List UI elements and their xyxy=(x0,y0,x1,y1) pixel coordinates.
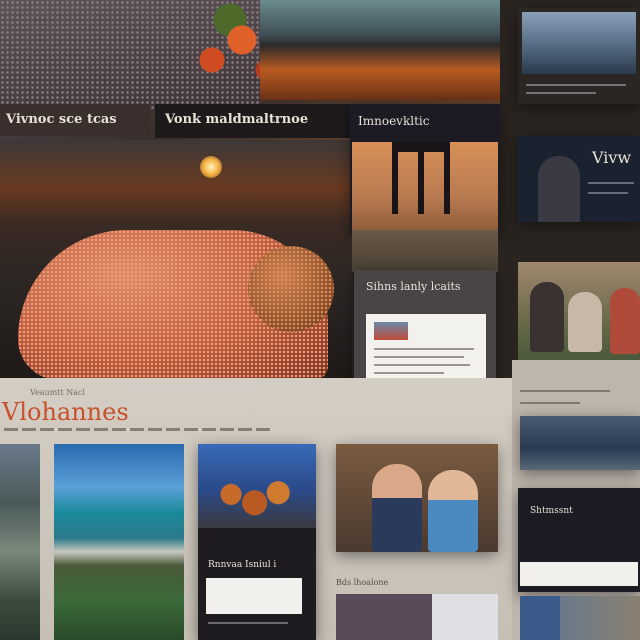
thumb-lake[interactable] xyxy=(520,416,640,470)
tile-coast[interactable] xyxy=(54,444,184,640)
person-woman xyxy=(428,470,478,552)
top-banner-left: Vivnoc sce tcas xyxy=(0,104,150,136)
tile-people[interactable] xyxy=(336,444,498,552)
card-article-title: Sihns lanly lcaits xyxy=(366,280,461,293)
sun-icon xyxy=(200,156,222,178)
text-line xyxy=(520,390,610,392)
tile-product-title: Rnnvaa Isniul i xyxy=(208,560,277,570)
card-dark-right-content xyxy=(520,562,638,586)
field-strip xyxy=(352,230,498,272)
article-line xyxy=(374,372,444,374)
bottom-center-label: Bds lhoalone xyxy=(336,578,389,587)
thumb-person-view-label: Vivw xyxy=(592,148,632,167)
thumb-landscape[interactable] xyxy=(520,596,640,640)
sunset-scene-image xyxy=(0,140,352,380)
small-ball xyxy=(248,246,334,332)
person-man xyxy=(372,464,422,552)
card-dark-right[interactable]: Shtmssnt xyxy=(518,488,640,592)
person-figure xyxy=(530,282,564,352)
top-banner-left-label: Vivnoc sce tcas xyxy=(6,112,117,127)
tile-building[interactable] xyxy=(0,444,40,640)
main-heading: Vlohannes xyxy=(2,398,129,426)
person-silhouette xyxy=(538,156,580,222)
text-line xyxy=(526,84,626,86)
thumb-people-field[interactable] xyxy=(518,262,640,360)
tile-product[interactable]: Rnnvaa Isniul i xyxy=(198,444,316,640)
article-line xyxy=(374,348,474,350)
boat-photo xyxy=(522,12,636,74)
text-line xyxy=(588,182,634,184)
thumb-boat[interactable] xyxy=(518,8,640,104)
person-figure xyxy=(610,288,640,354)
card-pavilion[interactable]: Imnoevkltic xyxy=(350,104,500,234)
person-figure xyxy=(568,292,602,352)
article-line xyxy=(374,356,464,358)
tile-product-content xyxy=(206,578,302,614)
card-dark-right-title: Shtmssnt xyxy=(530,506,573,516)
sub-heading: Veaumtt Nacl xyxy=(30,388,86,397)
article-thumbnail xyxy=(374,322,408,340)
text-line xyxy=(526,92,596,94)
tile-printer[interactable] xyxy=(336,594,498,640)
article-content xyxy=(366,314,486,384)
top-banner-mid[interactable]: Vonk maldmaltrnoe xyxy=(155,104,350,138)
card-pavilion-title: Imnoevkltic xyxy=(358,114,430,128)
pavilion-structure xyxy=(392,142,450,214)
text-line xyxy=(208,622,288,624)
top-banner-mid-label: Vonk maldmaltrnoe xyxy=(165,112,309,127)
sunset-landscape xyxy=(260,0,500,100)
heading-underline xyxy=(4,428,270,431)
article-line xyxy=(374,364,470,366)
thumb-person-view[interactable]: Vivw xyxy=(518,136,640,222)
text-line xyxy=(588,192,628,194)
text-line xyxy=(520,402,580,404)
pavilion-image xyxy=(352,142,498,234)
product-photo xyxy=(198,444,316,528)
